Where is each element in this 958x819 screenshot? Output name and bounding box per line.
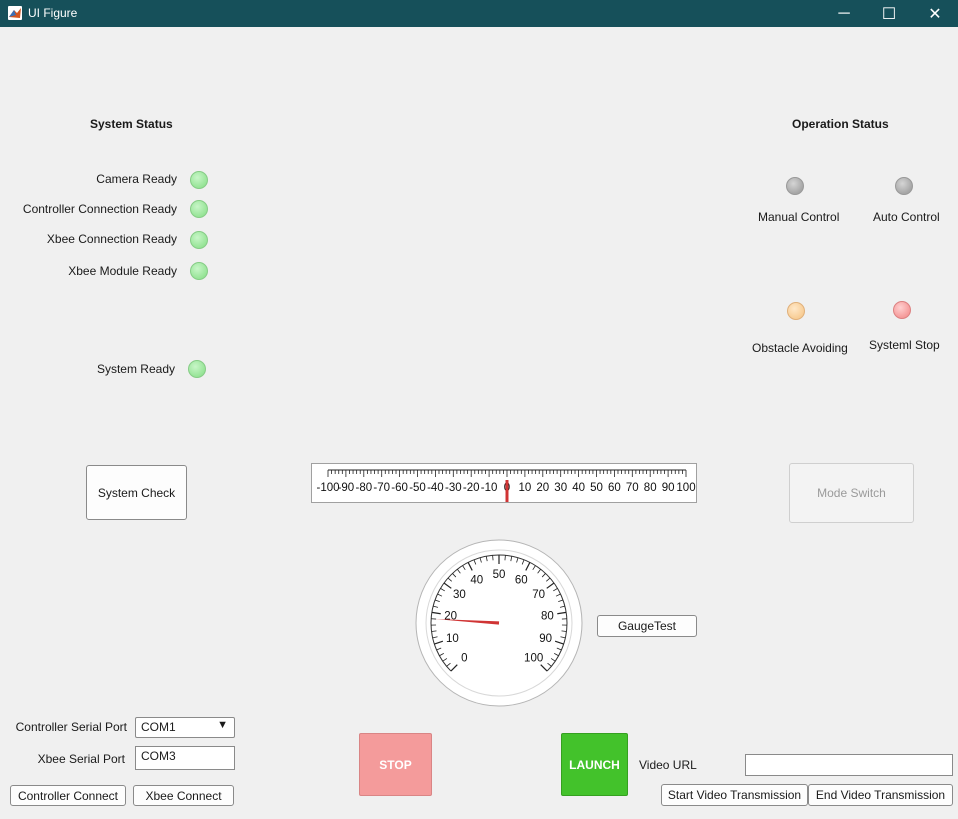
gauge-tick-label: 70 xyxy=(532,589,545,601)
minimize-button[interactable]: ─ xyxy=(821,0,867,27)
circular-gauge-dial: 010203040 50 60708090100 xyxy=(415,539,583,707)
gauge-tick-label: 40 xyxy=(470,574,483,586)
camera-ready-lamp xyxy=(190,171,208,189)
xbee-connection-ready-lamp xyxy=(190,231,208,249)
ruler-tick-label: 60 xyxy=(608,482,621,494)
video-url-input[interactable] xyxy=(745,754,953,776)
ruler-tick-label: -90 xyxy=(338,482,355,494)
ruler-tick-label: -80 xyxy=(355,482,372,494)
start-video-transmission-button[interactable]: Start Video Transmission xyxy=(661,784,808,806)
ruler-tick-label: -10 xyxy=(481,482,498,494)
gauge-tick-label: 10 xyxy=(446,633,459,645)
gauge-tick-label: 90 xyxy=(539,633,552,645)
system-stop-lamp xyxy=(893,301,911,319)
gauge-tick-label: 100 xyxy=(524,653,543,665)
ruler-tick-label: -20 xyxy=(463,482,480,494)
launch-button[interactable]: LAUNCH xyxy=(561,733,628,796)
chevron-down-icon: ▼ xyxy=(217,719,228,731)
ruler-tick-label: -70 xyxy=(373,482,390,494)
close-button[interactable]: ✕ xyxy=(912,0,958,27)
video-url-label: Video URL xyxy=(639,758,697,772)
ruler-tick-label: 90 xyxy=(662,482,675,494)
auto-control-label: Auto Control xyxy=(873,210,940,224)
controller-serial-port-value: COM1 xyxy=(141,720,176,734)
ruler-tick-label: -30 xyxy=(445,482,462,494)
linear-gauge-needle xyxy=(505,480,509,502)
controller-connection-ready-lamp xyxy=(190,200,208,218)
xbee-connection-ready-label: Xbee Connection Ready xyxy=(46,232,177,246)
ruler-tick-label: 10 xyxy=(519,482,532,494)
ruler-tick-label: -50 xyxy=(409,482,426,494)
gauge-tick-label: 30 xyxy=(453,589,466,601)
system-status-header: System Status xyxy=(90,117,173,131)
ruler-tick-label: 30 xyxy=(554,482,567,494)
gauge-tick-label: 60 xyxy=(515,574,528,586)
ruler-tick-label: 20 xyxy=(536,482,549,494)
system-stop-label: Systeml Stop xyxy=(869,338,940,352)
ruler-tick-label: 50 xyxy=(590,482,603,494)
gauge-tick-label: 50 xyxy=(493,569,506,581)
camera-ready-label: Camera Ready xyxy=(96,172,177,186)
controller-serial-port-label: Controller Serial Port xyxy=(15,720,127,734)
maximize-icon: ☐ xyxy=(881,5,897,23)
obstacle-avoiding-label: Obstacle Avoiding xyxy=(752,341,848,355)
window-title: UI Figure xyxy=(28,6,78,20)
minimize-icon: ─ xyxy=(838,4,850,22)
gauge-test-button[interactable]: GaugeTest xyxy=(597,615,697,637)
ruler-tick-label: 80 xyxy=(644,482,657,494)
gauge-tick-label: 0 xyxy=(461,653,467,665)
end-video-transmission-button[interactable]: End Video Transmission xyxy=(808,784,953,806)
xbee-connect-button[interactable]: Xbee Connect xyxy=(133,785,234,806)
ruler-tick-label: 100 xyxy=(676,482,695,494)
xbee-serial-port-field[interactable]: COM3 xyxy=(135,746,235,770)
controller-connection-ready-label: Controller Connection Ready xyxy=(22,202,177,216)
mode-switch-button[interactable]: Mode Switch xyxy=(789,463,914,523)
ruler-tick-label: -40 xyxy=(427,482,444,494)
xbee-module-ready-label: Xbee Module Ready xyxy=(68,264,177,278)
circular-gauge: 0 10 20 30 40 50 60 70 80 90 100 xyxy=(414,538,584,708)
ruler-tick-label: 40 xyxy=(572,482,585,494)
operation-status-header: Operation Status xyxy=(792,117,889,131)
ruler-tick-label: -60 xyxy=(391,482,408,494)
gauge-tick-label: 80 xyxy=(541,610,554,622)
manual-control-lamp xyxy=(786,177,804,195)
ruler-tick-label: 70 xyxy=(626,482,639,494)
obstacle-avoiding-lamp xyxy=(787,302,805,320)
ruler-tick-label: -100 xyxy=(316,482,339,494)
stop-button[interactable]: STOP xyxy=(359,733,432,796)
maximize-button[interactable]: ☐ xyxy=(866,0,912,27)
controller-serial-port-select[interactable]: COM1 ▼ xyxy=(135,717,235,738)
system-ready-lamp xyxy=(188,360,206,378)
matlab-icon xyxy=(8,6,22,20)
system-check-button[interactable]: System Check xyxy=(86,465,187,520)
system-ready-label: System Ready xyxy=(96,362,175,376)
auto-control-lamp xyxy=(895,177,913,195)
title-bar: UI Figure ─ ☐ ✕ xyxy=(0,0,958,27)
linear-gauge: -100-90-80-70-60-50-40-30-20-10010203040… xyxy=(311,463,697,503)
manual-control-label: Manual Control xyxy=(758,210,840,224)
close-icon: ✕ xyxy=(928,5,942,23)
xbee-serial-port-label: Xbee Serial Port xyxy=(37,752,125,766)
xbee-module-ready-lamp xyxy=(190,262,208,280)
controller-connect-button[interactable]: Controller Connect xyxy=(10,785,126,806)
linear-gauge-scale: -100-90-80-70-60-50-40-30-20-10010203040… xyxy=(316,469,696,502)
